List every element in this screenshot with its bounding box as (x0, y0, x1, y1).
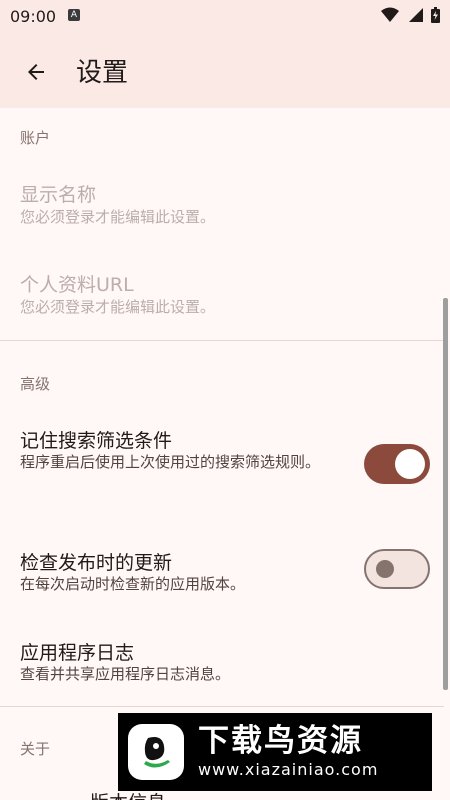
section-header-advanced: 高级 (20, 375, 51, 393)
setting-summary: 程序重启后使用上次使用过的搜索筛选规则。 (20, 453, 321, 471)
arrow-back-icon (28, 64, 44, 80)
scrollbar[interactable] (443, 298, 448, 690)
setting-summary: 查看并共享应用程序日志消息。 (20, 665, 231, 683)
app-bar: 设置 (0, 34, 450, 108)
watermark-url: www.xiazainiao.com (198, 760, 379, 779)
setting-title: 显示名称 (20, 184, 97, 206)
setting-summary: 您必须登录才能编辑此设置。 (20, 208, 216, 226)
section-divider (0, 340, 444, 341)
signal-icon (409, 8, 423, 22)
toggle-thumb (376, 560, 394, 578)
setting-summary: 在每次启动时检查新的应用版本。 (20, 575, 246, 593)
watermark-banner: 下载鸟资源 www.xiazainiao.com (118, 713, 432, 791)
setting-title: 应用程序日志 (20, 642, 135, 664)
setting-title: 记住搜索筛选条件 (20, 430, 173, 452)
remember-filters-toggle[interactable] (364, 444, 430, 484)
section-divider (0, 706, 444, 707)
setting-title: 个人资料URL (20, 274, 134, 296)
toggle-thumb (395, 449, 425, 479)
battery-icon (431, 7, 440, 23)
back-button[interactable] (16, 52, 56, 92)
section-header-about: 关于 (20, 740, 51, 758)
watermark-title: 下载鸟资源 (198, 723, 363, 759)
accessibility-badge-icon: A (68, 9, 80, 21)
section-header-account: 账户 (20, 129, 51, 147)
check-updates-toggle[interactable] (364, 549, 430, 589)
status-bar: 09:00 A (0, 0, 450, 34)
status-time: 09:00 (10, 7, 57, 26)
setting-summary: 您必须登录才能编辑此设置。 (20, 298, 216, 316)
setting-title: 检查发布时的更新 (20, 552, 173, 574)
bird-logo-icon (128, 724, 184, 780)
status-icons (381, 7, 440, 23)
page-title: 设置 (76, 58, 129, 88)
settings-list[interactable]: 账户 显示名称 您必须登录才能编辑此设置。 个人资料URL 您必须登录才能编辑此… (0, 108, 450, 800)
watermark-text: 下载鸟资源 www.xiazainiao.com (198, 723, 378, 781)
wifi-icon (381, 7, 399, 22)
